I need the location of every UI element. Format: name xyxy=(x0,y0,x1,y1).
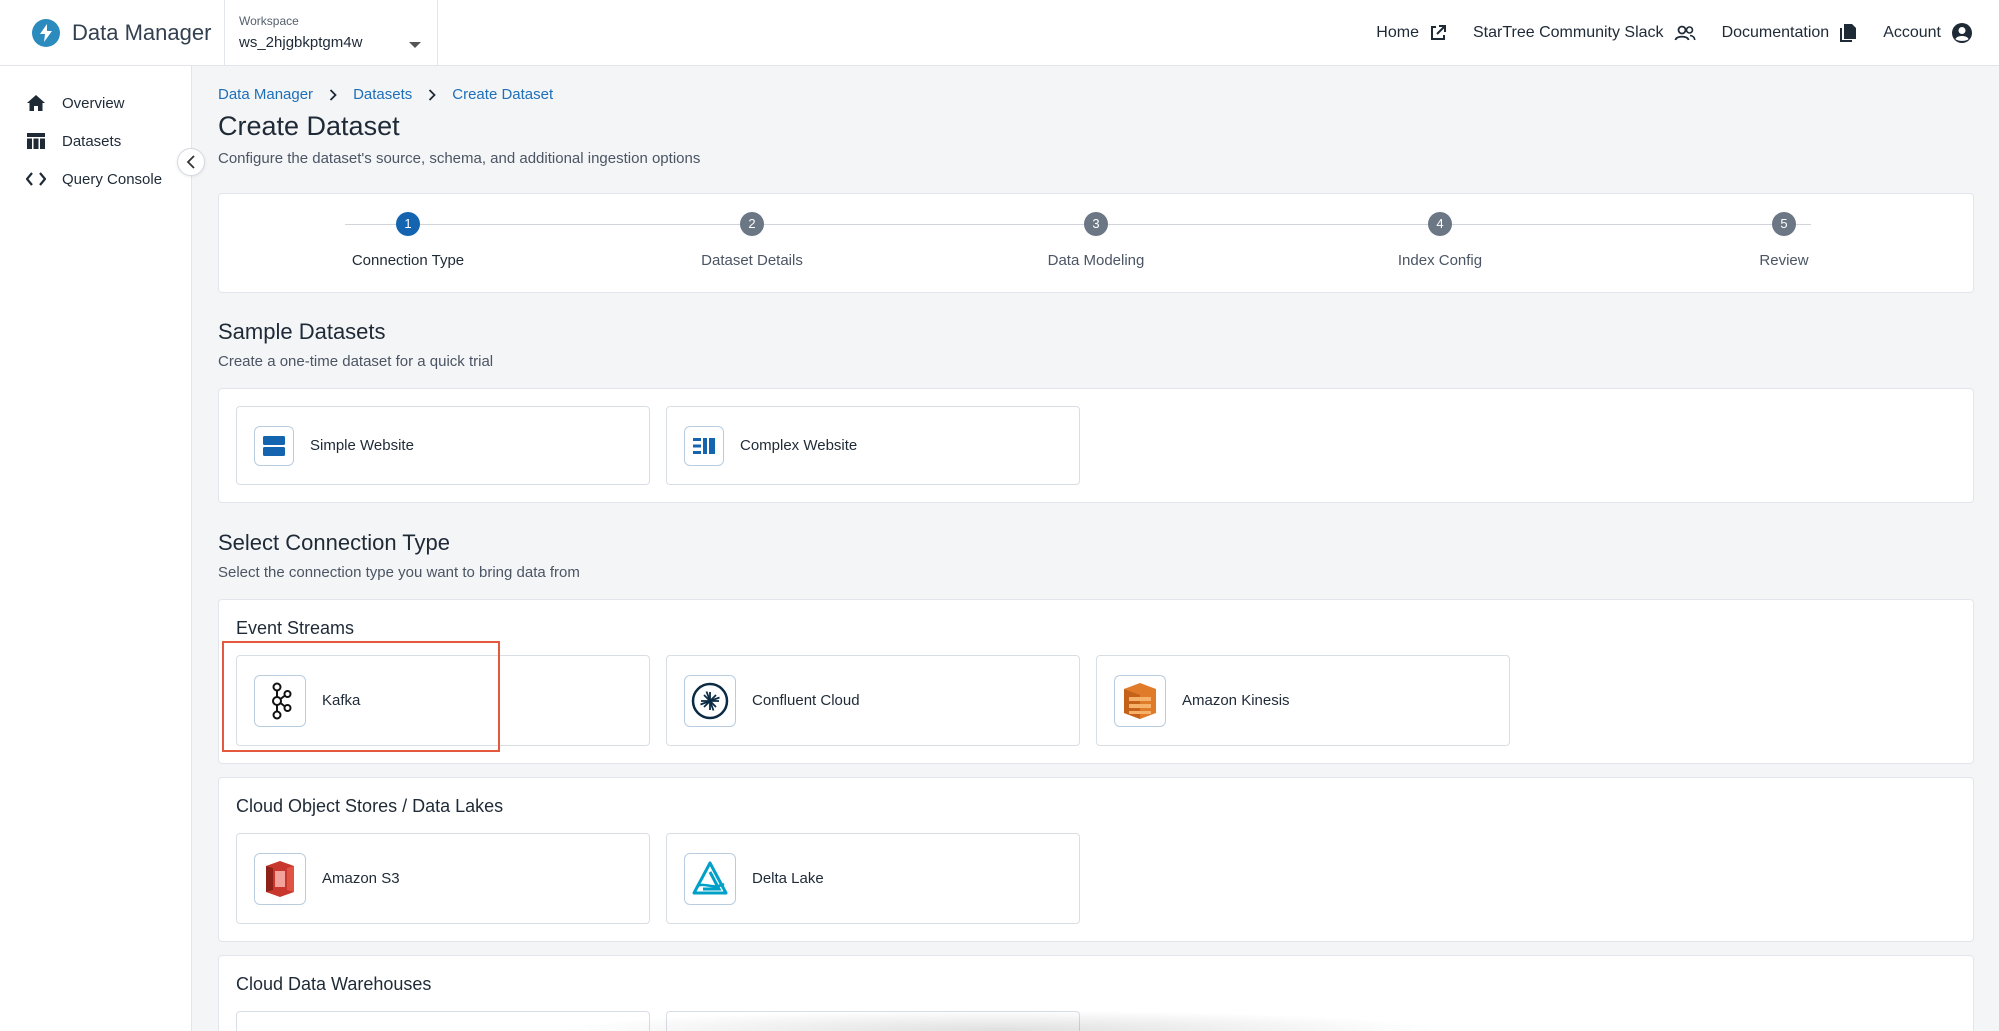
chevron-right-icon xyxy=(428,88,437,101)
breadcrumb-create-dataset[interactable]: Create Dataset xyxy=(452,86,553,103)
nav-documentation-label: Documentation xyxy=(1721,24,1830,41)
chevron-right-icon xyxy=(329,88,337,101)
card-confluent-cloud[interactable]: Confluent Cloud xyxy=(666,655,1080,746)
step-number: 2 xyxy=(740,212,764,236)
nav-slack-link[interactable]: StarTree Community Slack xyxy=(1473,24,1696,42)
complex-website-icon xyxy=(684,425,724,466)
sidebar-item-datasets[interactable]: Datasets xyxy=(0,122,191,160)
sidebar: Overview Datasets Query Console xyxy=(0,66,192,1031)
delta-lake-icon xyxy=(684,852,736,905)
sidebar-item-query-console[interactable]: Query Console xyxy=(0,160,191,198)
sidebar-item-label: Query Console xyxy=(62,170,163,188)
workspace-label: Workspace xyxy=(239,13,299,28)
home-icon xyxy=(27,95,45,111)
people-icon xyxy=(1674,25,1696,41)
step-number: 3 xyxy=(1084,212,1108,236)
step-data-modeling[interactable]: 3 Data Modeling xyxy=(996,212,1196,269)
step-label: Data Modeling xyxy=(1047,252,1145,269)
card-delta-lake[interactable]: Delta Lake xyxy=(666,833,1080,924)
step-label: Index Config xyxy=(1397,252,1483,269)
event-streams-title: Event Streams xyxy=(236,618,355,638)
caret-down-icon xyxy=(409,41,421,48)
step-review[interactable]: 5 Review xyxy=(1684,212,1884,269)
step-label: Connection Type xyxy=(351,252,465,269)
sample-datasets-panel: Simple Website Complex Website xyxy=(218,388,1974,503)
card-label: Complex Website xyxy=(740,437,858,454)
step-dataset-details[interactable]: 2 Dataset Details xyxy=(652,212,852,269)
card-amazon-s3[interactable]: Amazon S3 xyxy=(236,833,650,924)
nav-documentation-link[interactable]: Documentation xyxy=(1722,23,1858,43)
bolt-icon xyxy=(32,18,60,47)
nav-home-label: Home xyxy=(1376,24,1419,41)
nav-slack-label: StarTree Community Slack xyxy=(1472,24,1664,41)
card-simple-website[interactable]: Simple Website xyxy=(236,406,650,485)
brand-name: Data Manager xyxy=(72,19,212,45)
nav-account-label: Account xyxy=(1883,24,1941,41)
account-icon xyxy=(1952,23,1972,43)
brand[interactable]: Data Manager xyxy=(0,0,224,66)
chevron-left-icon xyxy=(186,155,195,169)
step-number: 4 xyxy=(1428,212,1452,236)
sidebar-item-label: Overview xyxy=(62,94,125,112)
page-subtitle: Configure the dataset's source, schema, … xyxy=(218,150,701,167)
simple-website-icon xyxy=(254,425,294,466)
nav-account-link[interactable]: Account xyxy=(1883,22,1973,44)
sidebar-collapse-button[interactable] xyxy=(177,148,205,176)
step-index-config[interactable]: 4 Index Config xyxy=(1340,212,1540,269)
connection-type-subtitle: Select the connection type you want to b… xyxy=(218,564,580,581)
card-label: Delta Lake xyxy=(752,870,824,887)
event-streams-panel: Event Streams Kafka Confluent Cloud Amaz… xyxy=(218,599,1974,764)
code-icon xyxy=(26,172,46,186)
card-label: Simple Website xyxy=(310,437,414,454)
workspace-value: ws_2hjgbkptgm4w xyxy=(239,33,363,51)
connection-type-title: Select Connection Type xyxy=(218,530,450,555)
sample-datasets-title: Sample Datasets xyxy=(218,319,386,344)
s3-icon xyxy=(254,852,306,905)
external-link-icon xyxy=(1430,25,1446,40)
nav-home-link[interactable]: Home xyxy=(1376,24,1447,42)
breadcrumb-data-manager[interactable]: Data Manager xyxy=(218,86,313,103)
table-icon xyxy=(27,133,45,149)
kafka-icon xyxy=(254,674,306,727)
card-placeholder[interactable] xyxy=(236,1011,650,1031)
document-icon xyxy=(1840,24,1857,42)
breadcrumb: Data Manager Datasets Create Dataset xyxy=(218,86,1974,103)
card-label: Kafka xyxy=(322,692,361,709)
workspace-select[interactable]: Workspace ws_2hjgbkptgm4w xyxy=(224,0,438,66)
top-header: Data Manager Workspace ws_2hjgbkptgm4w H… xyxy=(0,0,1999,66)
confluent-icon xyxy=(684,674,736,727)
card-label: Confluent Cloud xyxy=(752,692,860,709)
step-connection-type[interactable]: 1 Connection Type xyxy=(308,212,508,269)
sidebar-item-label: Datasets xyxy=(62,132,122,150)
step-number: 5 xyxy=(1772,212,1796,236)
top-nav: Home StarTree Community Slack Documentat… xyxy=(1376,0,1973,66)
card-kafka[interactable]: Kafka xyxy=(236,655,650,746)
card-amazon-kinesis[interactable]: Amazon Kinesis xyxy=(1096,655,1510,746)
sidebar-item-overview[interactable]: Overview xyxy=(0,84,191,122)
cloud-object-stores-panel: Cloud Object Stores / Data Lakes Amazon … xyxy=(218,777,1974,942)
card-label: Amazon S3 xyxy=(322,870,400,887)
kinesis-icon xyxy=(1114,674,1166,727)
sample-datasets-subtitle: Create a one-time dataset for a quick tr… xyxy=(218,353,494,370)
main-content: Data Manager Datasets Create Dataset Cre… xyxy=(218,66,1974,1031)
breadcrumb-datasets[interactable]: Datasets xyxy=(353,86,412,103)
cloud-object-stores-title: Cloud Object Stores / Data Lakes xyxy=(236,796,504,816)
cloud-data-warehouses-panel: Cloud Data Warehouses xyxy=(218,955,1974,1031)
step-label: Review xyxy=(1759,252,1809,269)
stepper: 1 Connection Type 2 Dataset Details 3 Da… xyxy=(218,193,1974,293)
card-complex-website[interactable]: Complex Website xyxy=(666,406,1080,485)
step-label: Dataset Details xyxy=(701,252,803,269)
card-placeholder[interactable] xyxy=(666,1011,1080,1031)
step-number: 1 xyxy=(396,212,420,236)
cloud-data-warehouses-title: Cloud Data Warehouses xyxy=(236,974,432,994)
page-title: Create Dataset xyxy=(218,111,400,141)
card-label: Amazon Kinesis xyxy=(1182,692,1290,709)
